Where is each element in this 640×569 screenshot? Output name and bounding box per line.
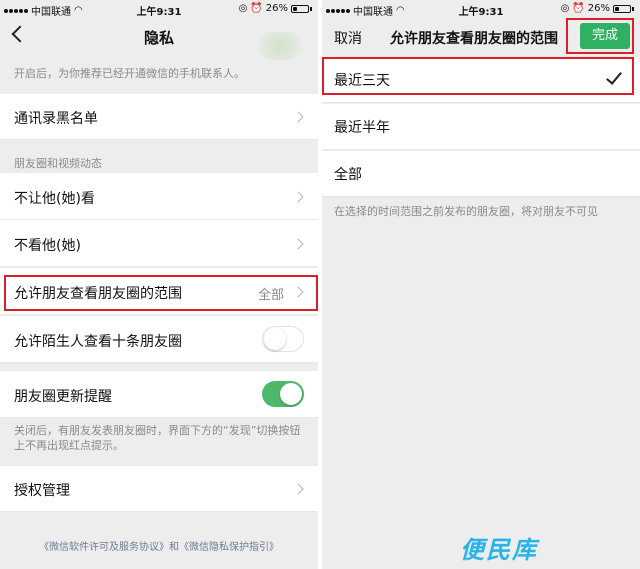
chevron-right-icon — [292, 191, 304, 203]
highlight-box — [4, 275, 318, 311]
battery-icon — [291, 4, 309, 13]
chevron-right-icon — [292, 238, 304, 250]
watermark-logo: 便民库 — [460, 536, 538, 564]
nav-bar: 隐私 — [0, 18, 318, 60]
option-all[interactable]: 全部 — [322, 151, 640, 197]
range-hint: 在选择的时间范围之前发布的朋友圈，将对朋友不可见 — [334, 205, 598, 218]
auth-manage-label: 授权管理 — [14, 483, 70, 499]
option-label: 全部 — [334, 167, 362, 183]
option-label: 最近半年 — [334, 120, 390, 136]
blacklist-label: 通讯录黑名单 — [14, 111, 98, 127]
section-moments-label: 朋友圈和视频动态 — [14, 157, 102, 170]
blacklist-row[interactable]: 通讯录黑名单 — [0, 94, 318, 140]
contacts-hint: 开启后，为你推荐已经开通微信的手机联系人。 — [14, 67, 245, 80]
alarm-icon: ⏰ — [572, 3, 585, 14]
chevron-right-icon — [292, 111, 304, 123]
update-reminder-label: 朋友圈更新提醒 — [14, 389, 112, 405]
update-hint: 关闭后，有朋友发表朋友圈时，界面下方的“发现”切换按钮上不再出现红点提示。 — [14, 424, 301, 452]
update-reminder-row: 朋友圈更新提醒 — [0, 371, 318, 418]
blurred-decoration — [258, 32, 302, 60]
hide-from-row[interactable]: 不让他(她)看 — [0, 173, 318, 220]
moments-range-panel: 中国联通 ◠ 上午9:31 ◎ ⏰ 26% 取消 允许朋友查看朋友圈的范围 完成… — [322, 0, 640, 569]
status-bar: 中国联通 ◠ 上午9:31 ◎ ⏰ 26% — [322, 0, 640, 18]
done-highlight-box — [566, 18, 634, 54]
battery-icon — [613, 4, 631, 13]
privacy-settings-panel: 中国联通 ◠ 上午9:31 ◎ ⏰ 26% 隐私 开启后，为你推荐已经开通微信的… — [0, 0, 318, 569]
battery-percent: 26% — [265, 3, 288, 14]
option-half-year[interactable]: 最近半年 — [322, 104, 640, 150]
not-see-label: 不看他(她) — [14, 238, 81, 254]
agreement-links[interactable]: 《微信软件许可及服务协议》和《微信隐私保护指引》 — [0, 538, 318, 553]
battery-percent: 26% — [587, 3, 610, 14]
cancel-button[interactable]: 取消 — [334, 28, 362, 48]
option-highlight-box — [322, 57, 634, 95]
strangers-toggle[interactable] — [262, 326, 304, 352]
location-icon: ◎ — [560, 3, 570, 14]
hide-from-label: 不让他(她)看 — [14, 191, 95, 207]
strangers-label: 允许陌生人查看十条朋友圈 — [14, 334, 182, 350]
page-title: 允许朋友查看朋友圈的范围 — [390, 31, 558, 47]
auth-manage-row[interactable]: 授权管理 — [0, 466, 318, 512]
location-icon: ◎ — [238, 3, 248, 14]
update-reminder-toggle[interactable] — [262, 381, 304, 407]
alarm-icon: ⏰ — [250, 3, 263, 14]
status-bar: 中国联通 ◠ 上午9:31 ◎ ⏰ 26% — [0, 0, 318, 18]
not-see-row[interactable]: 不看他(她) — [0, 220, 318, 267]
chevron-right-icon — [292, 483, 304, 495]
strangers-row: 允许陌生人查看十条朋友圈 — [0, 316, 318, 363]
